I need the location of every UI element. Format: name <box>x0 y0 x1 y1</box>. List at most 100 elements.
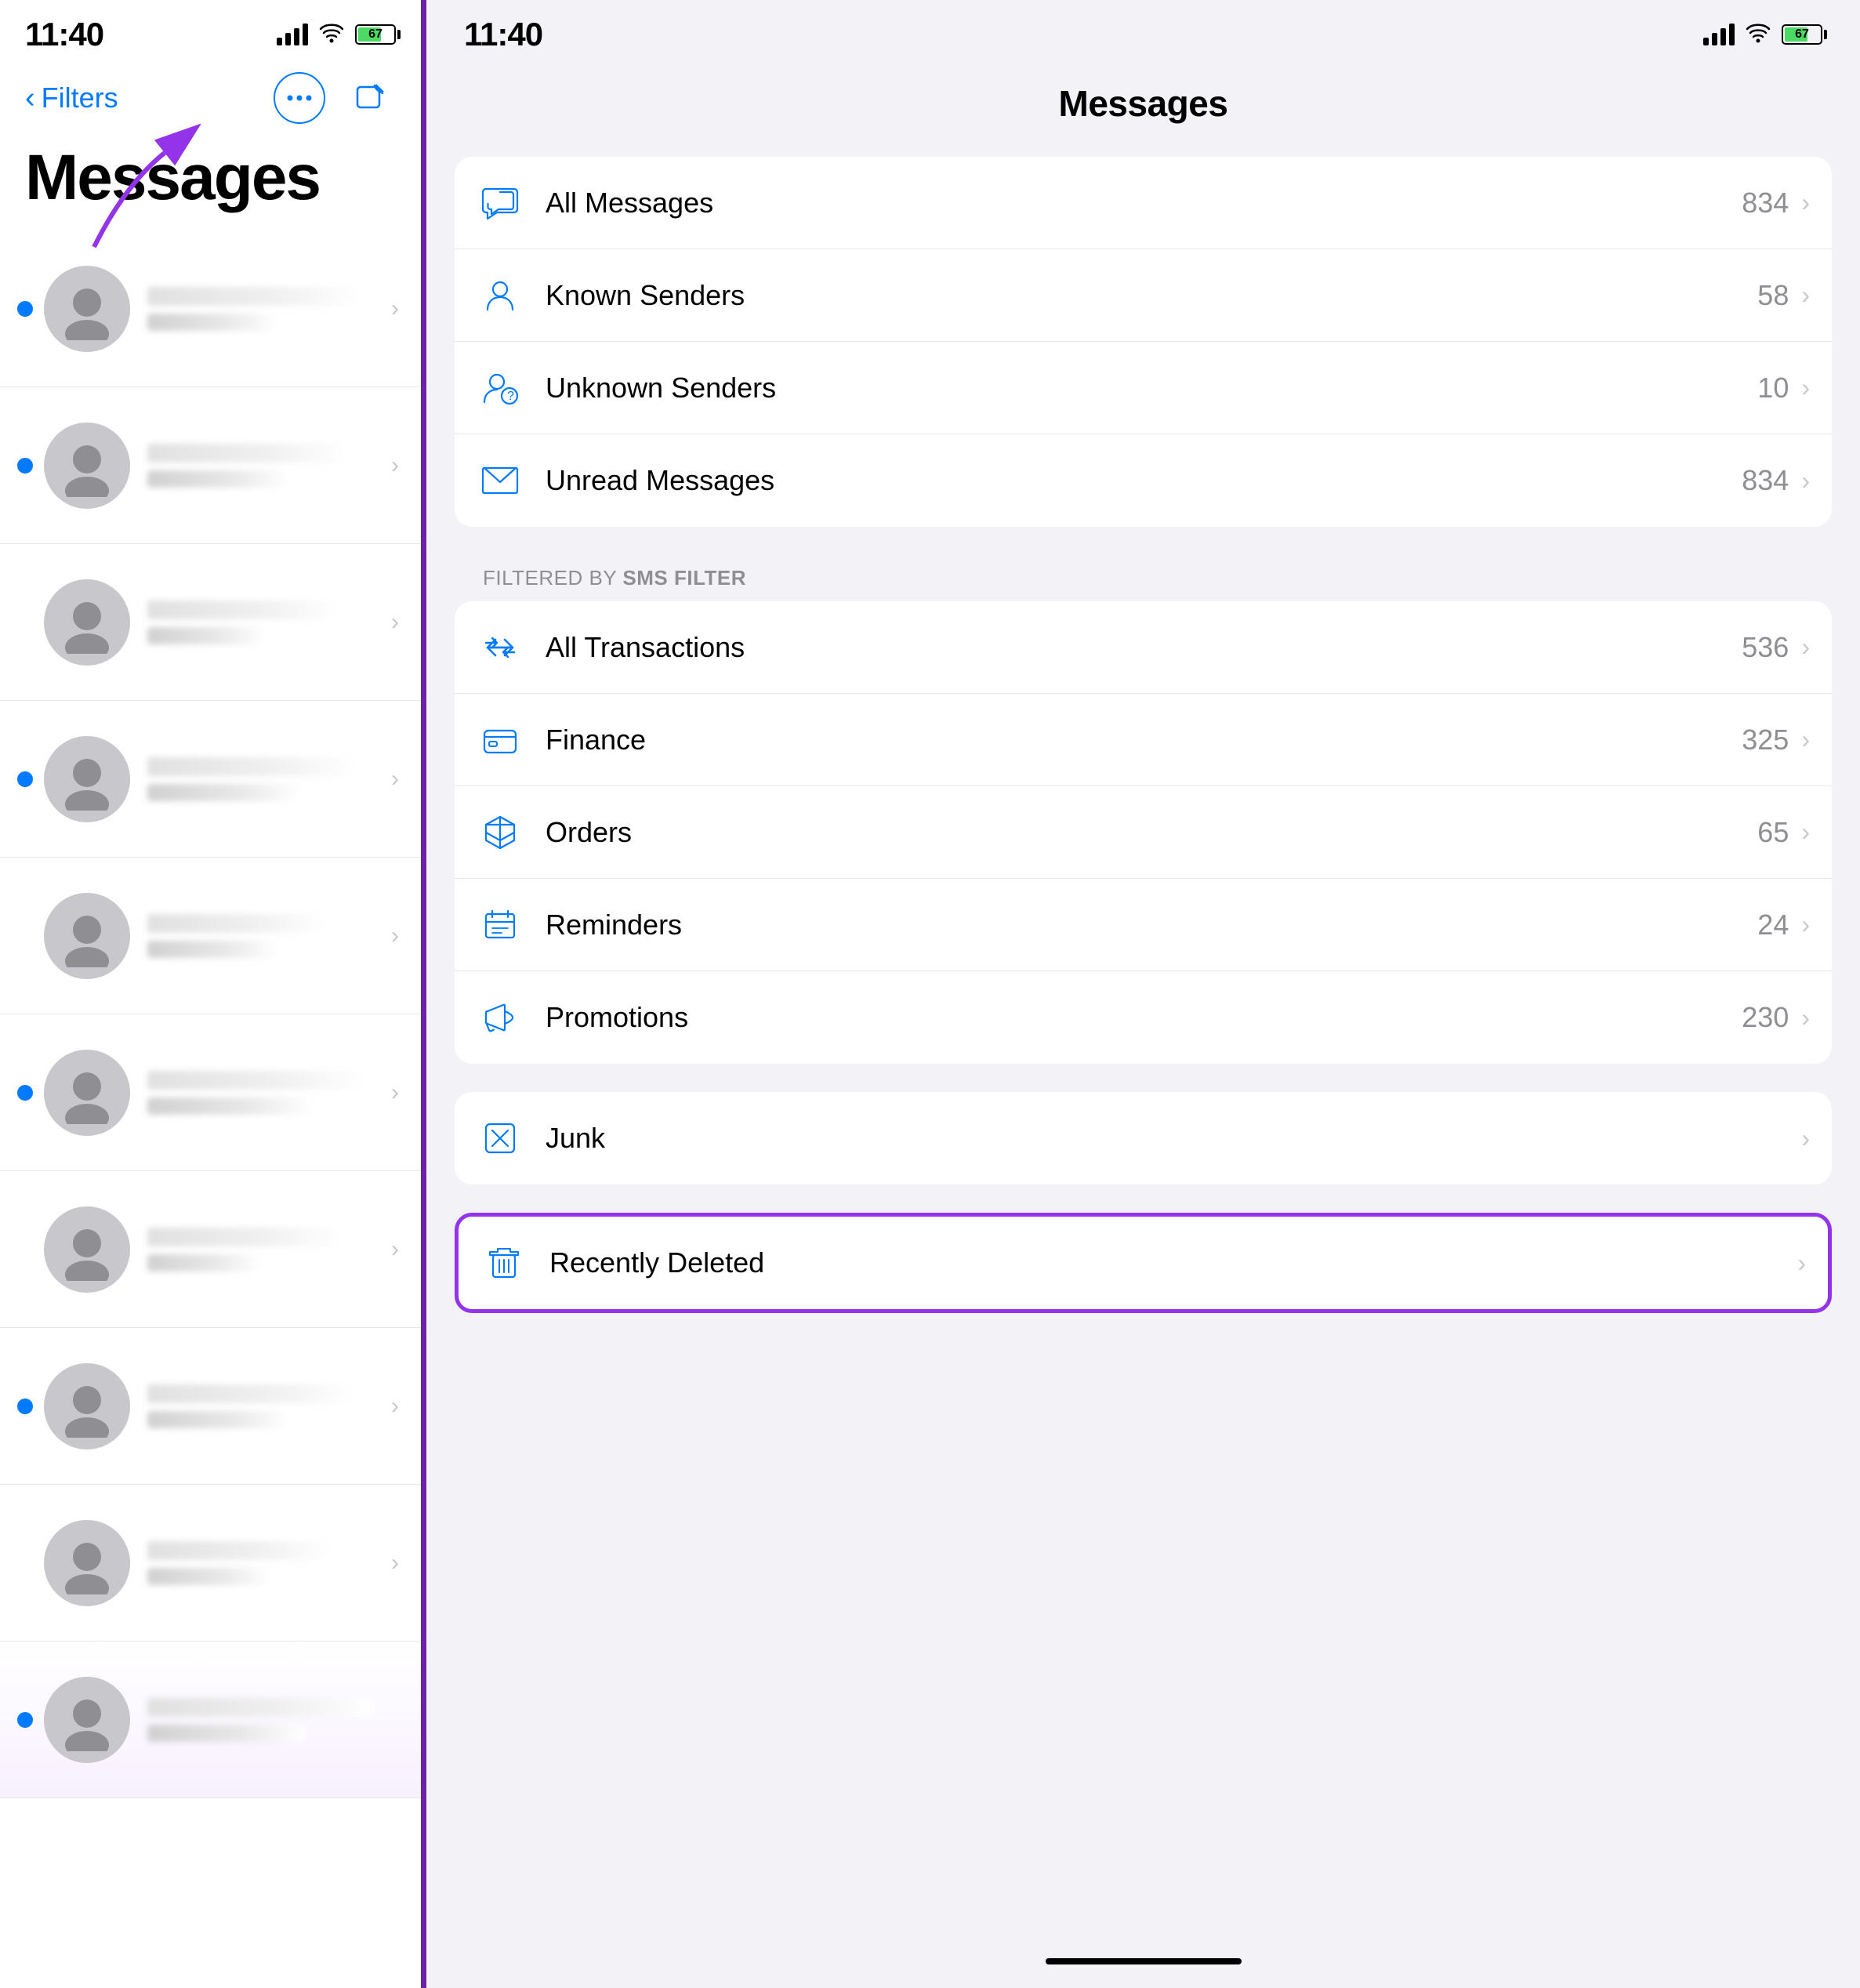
all-messages-row[interactable]: All Messages 834 › <box>455 157 1832 249</box>
compose-button[interactable] <box>344 72 396 124</box>
avatar <box>44 579 130 666</box>
avatar <box>44 423 130 509</box>
chevron-icon: › <box>1801 818 1810 847</box>
reminders-count: 24 <box>1757 909 1789 941</box>
junk-row[interactable]: Junk › <box>455 1092 1832 1184</box>
finance-icon <box>477 716 524 764</box>
battery-icon-right: 67 <box>1782 24 1822 45</box>
sms-filter-section-header: FILTERED BY SMS FILTER <box>455 555 1832 601</box>
signal-icon-right <box>1703 24 1735 45</box>
finance-count: 325 <box>1742 724 1789 756</box>
filters-back-button[interactable]: ‹ Filters <box>25 82 118 114</box>
promotions-row[interactable]: Promotions 230 › <box>455 971 1832 1064</box>
unread-indicator <box>17 771 33 787</box>
list-item[interactable]: › <box>0 858 421 1014</box>
unknown-senders-label: Unknown Senders <box>546 372 1757 404</box>
orders-count: 65 <box>1757 816 1789 849</box>
unknown-senders-count: 10 <box>1757 372 1789 404</box>
chevron-icon: › <box>1801 725 1810 754</box>
status-bar-right: 11:40 67 <box>426 0 1860 63</box>
finance-row[interactable]: Finance 325 › <box>455 694 1832 786</box>
avatar <box>44 893 130 979</box>
orders-row[interactable]: Orders 65 › <box>455 786 1832 879</box>
junk-icon <box>477 1115 524 1162</box>
reminders-row[interactable]: Reminders 24 › <box>455 879 1832 971</box>
unread-indicator <box>17 1712 33 1728</box>
battery-icon-left: 67 <box>355 24 396 45</box>
avatar <box>44 1677 130 1763</box>
chevron-icon: › <box>1801 188 1810 217</box>
time-right: 11:40 <box>464 16 542 53</box>
finance-label: Finance <box>546 724 1742 756</box>
promotions-label: Promotions <box>546 1001 1742 1034</box>
unread-indicator <box>17 1085 33 1101</box>
status-icons-left: 67 <box>277 21 396 49</box>
wifi-icon-right <box>1746 21 1771 49</box>
all-messages-icon <box>477 180 524 227</box>
known-senders-icon <box>477 272 524 319</box>
unknown-senders-icon: ? <box>477 365 524 412</box>
junk-label: Junk <box>546 1122 1801 1155</box>
all-transactions-label: All Transactions <box>546 631 1742 664</box>
recently-deleted-group: Recently Deleted › <box>455 1213 1832 1313</box>
chevron-icon: › <box>1801 281 1810 310</box>
more-options-button[interactable] <box>274 72 325 124</box>
filters-label: Filters <box>42 82 118 114</box>
sms-filter-group: All Transactions 536 › Finance 325 › <box>455 601 1832 1064</box>
wifi-icon <box>319 21 344 49</box>
chevron-icon: › <box>1801 910 1810 939</box>
chevron-icon: › <box>1801 373 1810 402</box>
known-senders-row[interactable]: Known Senders 58 › <box>455 249 1832 342</box>
list-item[interactable]: › <box>0 1014 421 1171</box>
status-icons-right: 67 <box>1703 21 1822 49</box>
all-transactions-row[interactable]: All Transactions 536 › <box>455 601 1832 694</box>
unread-messages-label: Unread Messages <box>546 464 1742 497</box>
right-panel: 11:40 67 Messages <box>426 0 1860 1988</box>
avatar <box>44 1520 130 1606</box>
orders-icon <box>477 809 524 856</box>
all-messages-label: All Messages <box>546 187 1742 219</box>
chevron-icon: › <box>1797 1249 1806 1278</box>
recently-deleted-icon <box>480 1239 528 1286</box>
unread-messages-row[interactable]: Unread Messages 834 › <box>455 434 1832 527</box>
promotions-icon <box>477 994 524 1041</box>
unknown-senders-row[interactable]: ? Unknown Senders 10 › <box>455 342 1832 434</box>
unread-indicator <box>17 301 33 317</box>
right-content: All Messages 834 › Known Senders 58 › <box>426 141 1860 1958</box>
all-transactions-count: 536 <box>1742 631 1789 664</box>
all-messages-count: 834 <box>1742 187 1789 219</box>
list-item[interactable]: › <box>0 1171 421 1328</box>
top-filter-group: All Messages 834 › Known Senders 58 › <box>455 157 1832 527</box>
arrow-annotation <box>78 122 219 267</box>
recently-deleted-label: Recently Deleted <box>549 1246 1797 1279</box>
time-left: 11:40 <box>25 16 103 53</box>
chevron-icon: › <box>1801 1003 1810 1032</box>
list-item[interactable]: › <box>0 1485 421 1642</box>
list-item[interactable]: › <box>0 701 421 858</box>
junk-group: Junk › <box>455 1092 1832 1184</box>
all-transactions-icon <box>477 624 524 671</box>
known-senders-count: 58 <box>1757 279 1789 312</box>
orders-label: Orders <box>546 816 1757 849</box>
avatar <box>44 736 130 822</box>
home-indicator <box>426 1958 1860 1988</box>
svg-text:?: ? <box>507 390 514 403</box>
chevron-icon: › <box>1801 1124 1810 1153</box>
unread-messages-icon <box>477 457 524 504</box>
recently-deleted-row[interactable]: Recently Deleted › <box>459 1217 1828 1309</box>
list-item[interactable]: › <box>0 387 421 544</box>
status-bar-left: 11:40 67 <box>0 0 421 63</box>
list-item[interactable]: › <box>0 544 421 701</box>
promotions-count: 230 <box>1742 1001 1789 1034</box>
list-item[interactable]: › <box>0 1328 421 1485</box>
chevron-icon: › <box>1801 633 1810 662</box>
right-header: Messages <box>426 63 1860 141</box>
avatar <box>44 266 130 352</box>
unread-messages-count: 834 <box>1742 464 1789 497</box>
reminders-icon <box>477 901 524 949</box>
chevron-left-icon: ‹ <box>25 83 35 113</box>
avatar <box>44 1363 130 1449</box>
list-item[interactable] <box>0 1642 421 1798</box>
header-actions <box>274 72 396 124</box>
chevron-icon: › <box>1801 466 1810 495</box>
